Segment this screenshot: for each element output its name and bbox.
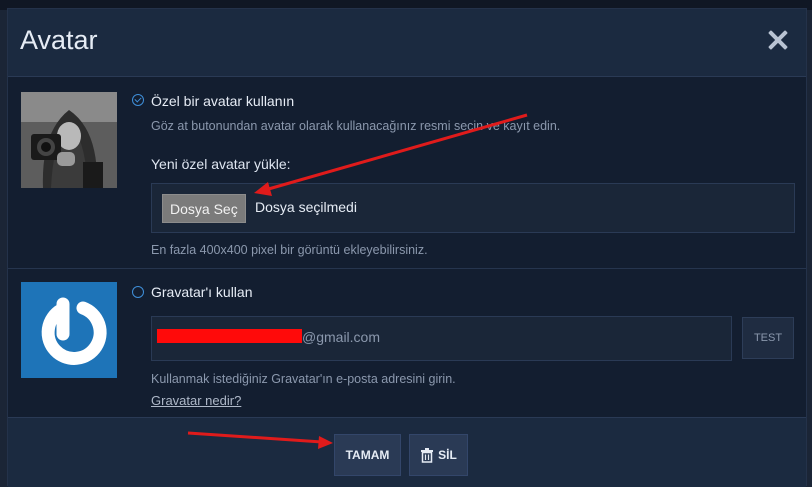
delete-button[interactable]: SİL	[409, 434, 468, 476]
gravatar-email-value: @gmail.com	[302, 329, 381, 345]
custom-avatar-option-label: Özel bir avatar kullanın	[151, 93, 295, 109]
test-button[interactable]: TEST	[742, 317, 794, 359]
gravatar-section: Gravatar'ı kullan @gmail.com TEST Kullan…	[8, 269, 806, 414]
dialog-header: Avatar	[8, 9, 806, 77]
close-icon[interactable]	[764, 27, 792, 55]
gravatar-icon	[41, 297, 107, 365]
upload-label: Yeni özel avatar yükle:	[151, 156, 291, 172]
current-avatar-photo	[21, 92, 117, 188]
file-input: Dosya Seç Dosya seçilmedi	[151, 183, 795, 233]
gravatar-email-input[interactable]: @gmail.com	[151, 316, 732, 361]
ok-button-label: TAMAM	[345, 448, 390, 462]
ok-button[interactable]: TAMAM	[334, 434, 401, 476]
custom-avatar-section: Özel bir avatar kullanın Göz at butonund…	[8, 78, 806, 269]
delete-button-label: SİL	[438, 448, 457, 462]
gravatar-radio[interactable]	[132, 286, 144, 298]
trash-icon	[421, 447, 434, 463]
avatar-dialog: Avatar Özel bir avatar kullanın Göz at b…	[7, 8, 807, 487]
dialog-footer: TAMAM SİL	[8, 417, 806, 487]
choose-file-button[interactable]: Dosya Seç	[162, 194, 246, 223]
email-redaction	[157, 329, 302, 343]
gravatar-option-label: Gravatar'ı kullan	[151, 284, 253, 300]
custom-avatar-description: Göz at butonundan avatar olarak kullanac…	[151, 119, 561, 133]
gravatar-info-link[interactable]: Gravatar nedir?	[151, 393, 241, 408]
file-status: Dosya seçilmedi	[255, 199, 357, 215]
dialog-title: Avatar	[20, 25, 98, 55]
custom-avatar-radio[interactable]	[132, 94, 144, 106]
size-hint: En fazla 400x400 pixel bir görüntü ekley…	[151, 243, 428, 257]
gravatar-logo	[21, 282, 117, 378]
gravatar-hint: Kullanmak istediğiniz Gravatar'ın e-post…	[151, 372, 456, 386]
